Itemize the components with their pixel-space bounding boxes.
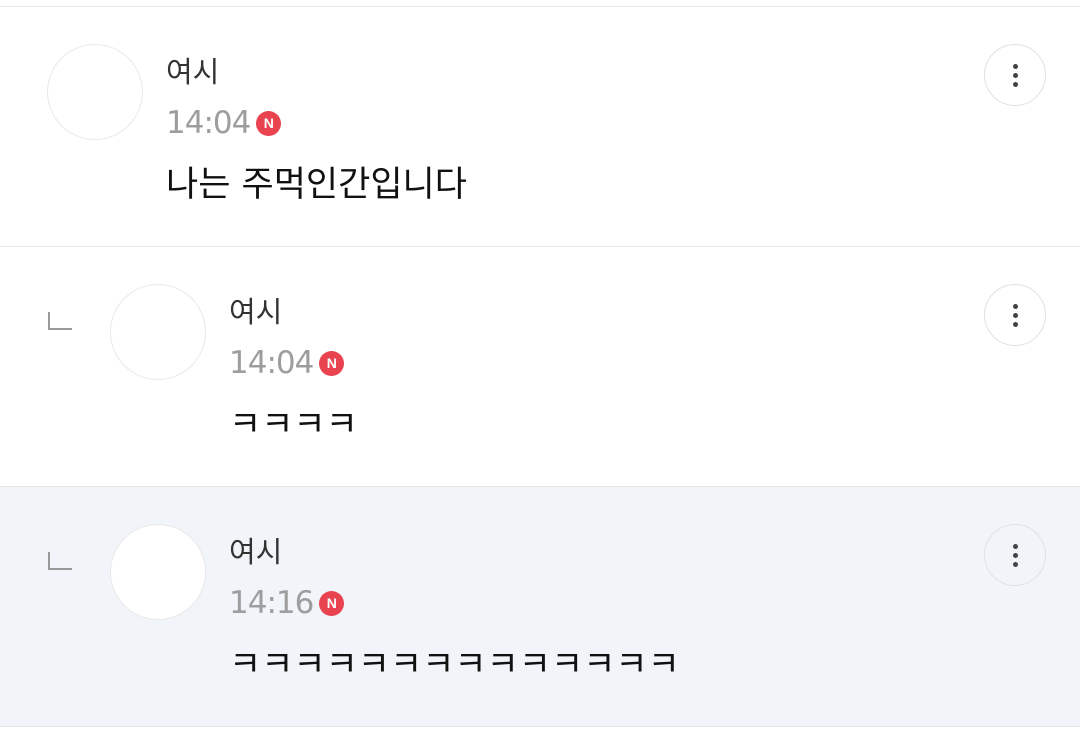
comment-time: 14:16	[229, 585, 314, 621]
new-badge-icon: N	[319, 590, 345, 616]
comment-time: 14:04	[229, 345, 314, 381]
comment-meta: 14:16 N	[229, 585, 345, 621]
more-vertical-icon	[1012, 63, 1018, 69]
new-badge-icon: N	[319, 350, 345, 376]
more-vertical-icon	[1012, 543, 1018, 549]
more-vertical-icon	[1012, 321, 1018, 327]
comment-meta: 14:04 N	[229, 345, 345, 381]
more-options-button[interactable]	[984, 284, 1046, 346]
reply-indent-icon	[48, 312, 72, 330]
more-vertical-icon	[1012, 303, 1018, 309]
reply-comment-item: 여시 14:04 N ㅋㅋㅋㅋ	[0, 247, 1080, 487]
new-badge-icon: N	[256, 110, 282, 136]
reply-indent-icon	[48, 552, 72, 570]
comment-list: 여시 14:04 N 나는 주먹인간입니다 여시 14:04 N ㅋㅋㅋㅋ 여시…	[0, 0, 1080, 736]
comment-text: ㅋㅋㅋㅋㅋㅋㅋㅋㅋㅋㅋㅋㅋㅋ	[229, 645, 680, 685]
comment-author[interactable]: 여시	[229, 535, 282, 569]
more-vertical-icon	[1012, 312, 1018, 318]
more-vertical-icon	[1012, 72, 1018, 78]
more-options-button[interactable]	[984, 44, 1046, 106]
more-vertical-icon	[1012, 552, 1018, 558]
comment-meta: 14:04 N	[166, 105, 282, 141]
comment-author[interactable]: 여시	[166, 55, 219, 89]
avatar[interactable]	[47, 44, 143, 140]
avatar[interactable]	[110, 284, 206, 380]
comment-text: 나는 주먹인간입니다	[166, 165, 467, 205]
comment-time: 14:04	[166, 105, 251, 141]
reply-comment-item: 여시 14:16 N ㅋㅋㅋㅋㅋㅋㅋㅋㅋㅋㅋㅋㅋㅋ	[0, 487, 1080, 727]
avatar[interactable]	[110, 524, 206, 620]
comment-author[interactable]: 여시	[229, 295, 282, 329]
more-vertical-icon	[1012, 81, 1018, 87]
comment-text: ㅋㅋㅋㅋ	[229, 405, 358, 445]
more-options-button[interactable]	[984, 524, 1046, 586]
comment-item: 여시 14:04 N 나는 주먹인간입니다	[0, 7, 1080, 247]
more-vertical-icon	[1012, 561, 1018, 567]
